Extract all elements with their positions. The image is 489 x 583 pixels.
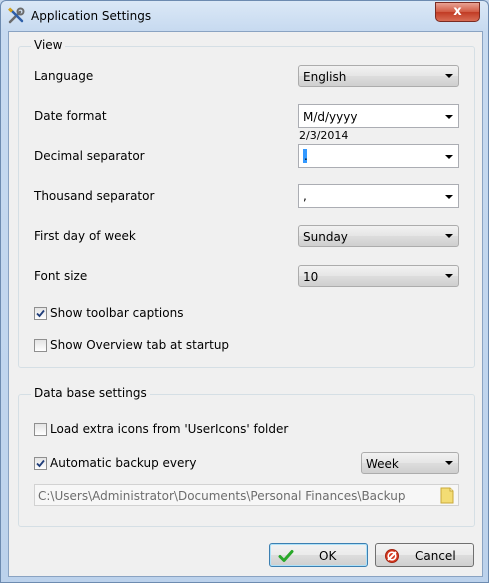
- language-label: Language: [34, 69, 94, 83]
- chevron-down-icon: [445, 115, 453, 119]
- thousand-separator-label: Thousand separator: [34, 189, 155, 203]
- date-format-value: M/d/yyyy: [303, 110, 358, 124]
- checkmark-icon: [36, 309, 45, 318]
- date-format-combo[interactable]: M/d/yyyy: [298, 104, 459, 128]
- backup-interval-dropdown[interactable]: Week: [361, 452, 459, 474]
- database-group: Data base settings Load extra icons from…: [18, 386, 475, 527]
- backup-path-field[interactable]: C:\Users\Administrator\Documents\Persona…: [34, 484, 459, 506]
- decimal-separator-combo[interactable]: .: [298, 144, 459, 168]
- settings-window: Application Settings x View Language Eng…: [0, 0, 489, 583]
- backup-path-value: C:\Users\Administrator\Documents\Persona…: [38, 489, 406, 503]
- first-day-label: First day of week: [34, 229, 136, 243]
- wrench-screwdriver-icon: [7, 7, 25, 25]
- automatic-backup-checkbox[interactable]: [34, 457, 47, 470]
- font-size-value: 10: [303, 270, 319, 284]
- thousand-separator-value: ,: [303, 189, 307, 203]
- chevron-down-icon: [445, 74, 453, 78]
- font-size-label: Font size: [34, 269, 88, 283]
- decimal-separator-value: .: [304, 149, 308, 163]
- show-toolbar-captions-label[interactable]: Show toolbar captions: [50, 306, 183, 320]
- title-bar[interactable]: Application Settings x: [1, 1, 488, 31]
- first-day-dropdown[interactable]: Sunday: [298, 225, 459, 247]
- chevron-down-icon: [445, 461, 453, 465]
- database-group-title: Data base settings: [31, 386, 150, 400]
- view-group-title: View: [31, 38, 66, 52]
- show-overview-tab-checkbox[interactable]: [34, 339, 47, 352]
- show-toolbar-captions-checkbox[interactable]: [34, 307, 47, 320]
- load-extra-icons-checkbox[interactable]: [34, 423, 47, 436]
- chevron-down-icon: [445, 155, 453, 159]
- chevron-down-icon: [445, 195, 453, 199]
- window-title: Application Settings: [31, 9, 152, 23]
- date-format-label: Date format: [34, 109, 107, 123]
- checkmark-icon: [278, 548, 294, 567]
- font-size-dropdown[interactable]: 10: [298, 265, 459, 287]
- cancel-icon: [384, 548, 400, 567]
- close-button[interactable]: x: [435, 2, 480, 22]
- date-format-sample: 2/3/2014: [299, 129, 349, 142]
- chevron-down-icon: [445, 234, 453, 238]
- language-value: English: [303, 70, 347, 84]
- cancel-button-label: Cancel: [415, 549, 456, 563]
- dialog-client-area: View Language English Date format M/d/yy…: [8, 31, 483, 577]
- ok-button[interactable]: OK: [269, 543, 368, 567]
- load-extra-icons-label[interactable]: Load extra icons from 'UserIcons' folder: [50, 422, 288, 436]
- chevron-down-icon: [445, 274, 453, 278]
- checkmark-icon: [36, 459, 45, 468]
- show-overview-tab-label[interactable]: Show Overview tab at startup: [50, 338, 229, 352]
- cancel-button[interactable]: Cancel: [375, 543, 474, 567]
- folder-browse-icon[interactable]: [439, 487, 455, 507]
- close-icon: x: [453, 4, 462, 19]
- thousand-separator-combo[interactable]: ,: [298, 184, 459, 208]
- view-group: View Language English Date format M/d/yy…: [18, 38, 475, 368]
- ok-button-label: OK: [319, 549, 337, 563]
- language-dropdown[interactable]: English: [298, 65, 459, 87]
- automatic-backup-label[interactable]: Automatic backup every: [50, 456, 196, 470]
- first-day-value: Sunday: [303, 230, 348, 244]
- decimal-separator-label: Decimal separator: [34, 149, 145, 163]
- backup-interval-value: Week: [366, 457, 399, 471]
